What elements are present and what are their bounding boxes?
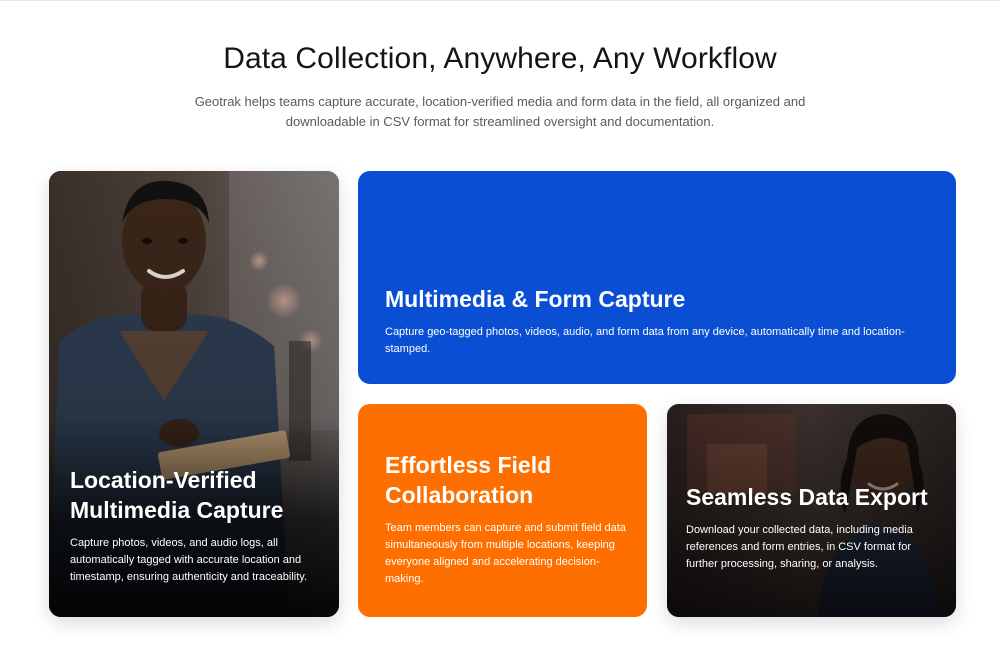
multimedia-form-content: Multimedia & Form Capture Capture geo-ta… (385, 284, 916, 358)
top-divider (0, 0, 1000, 1)
data-export-text: Download your collected data, including … (686, 524, 913, 570)
field-collaboration-card: Effortless Field Collaboration Team memb… (358, 404, 647, 617)
data-export-content: Seamless Data Export Download your colle… (686, 482, 936, 573)
location-verified-card: Location-Verified Multimedia Capture Cap… (49, 171, 339, 617)
data-export-title: Seamless Data Export (686, 484, 928, 510)
features-section: Data Collection, Anywhere, Any Workflow … (0, 0, 1000, 667)
multimedia-form-card: Multimedia & Form Capture Capture geo-ta… (358, 171, 956, 384)
section-subtitle: Geotrak helps teams capture accurate, lo… (194, 94, 806, 129)
multimedia-form-title: Multimedia & Form Capture (385, 286, 686, 312)
multimedia-form-text: Capture geo-tagged photos, videos, audio… (385, 326, 905, 355)
location-verified-title: Location-Verified Multimedia Capture (70, 467, 284, 523)
section-title: Data Collection, Anywhere, Any Workflow (223, 42, 777, 75)
field-collaboration-content: Effortless Field Collaboration Team memb… (385, 450, 627, 588)
data-export-card: Seamless Data Export Download your colle… (667, 404, 956, 617)
field-collaboration-text: Team members can capture and submit fiel… (385, 522, 626, 585)
location-verified-content: Location-Verified Multimedia Capture Cap… (70, 465, 323, 586)
field-collaboration-title: Effortless Field Collaboration (385, 452, 552, 508)
location-verified-text: Capture photos, videos, and audio logs, … (70, 537, 308, 583)
